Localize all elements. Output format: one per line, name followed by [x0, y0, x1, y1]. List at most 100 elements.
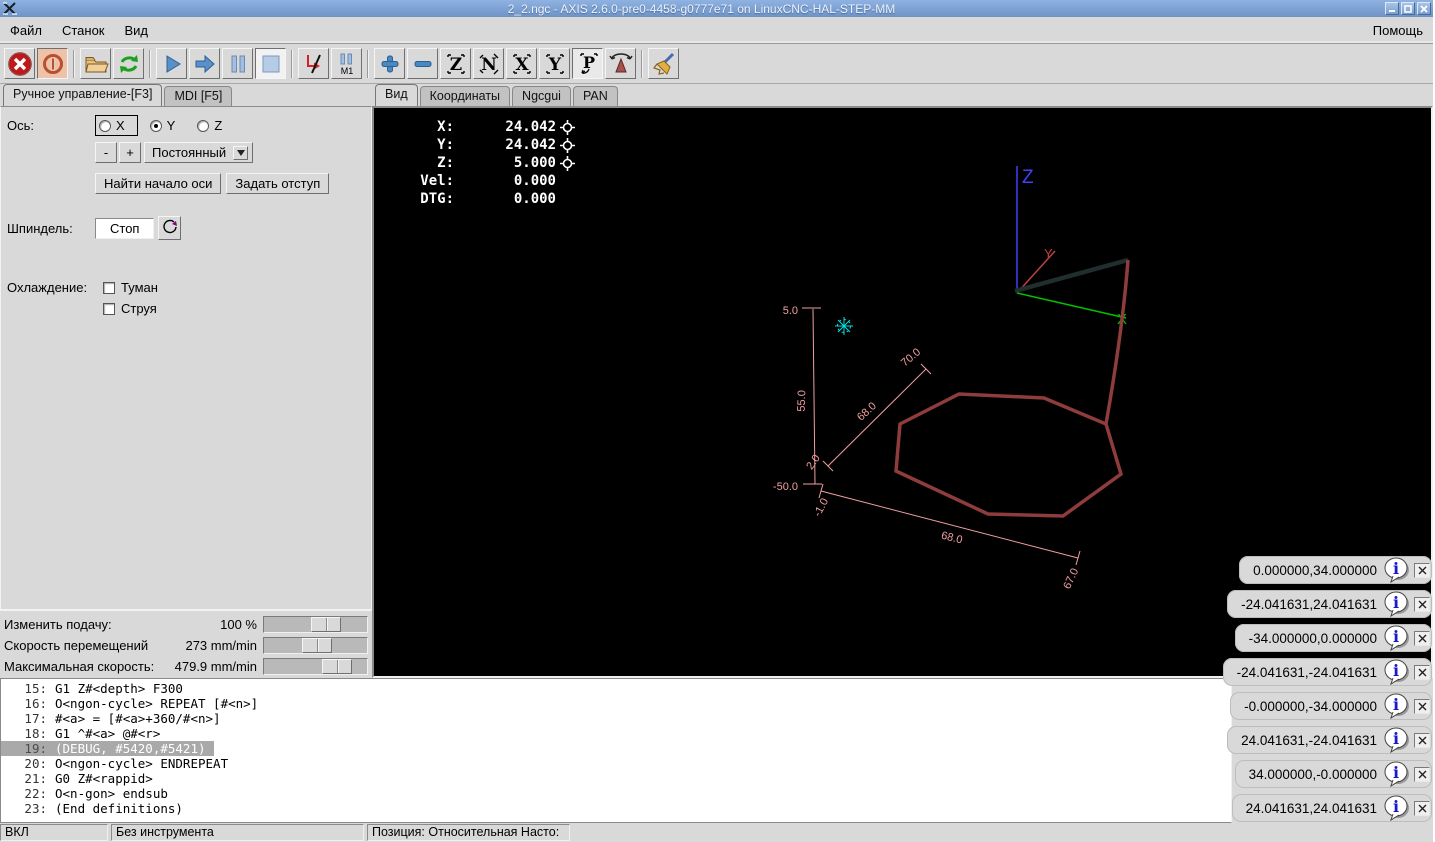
- spindle-stop-button[interactable]: Стоп: [95, 218, 154, 239]
- notification-close-button[interactable]: [1414, 733, 1430, 748]
- feed-override-label: Изменить подачу:: [4, 617, 165, 632]
- line-number: 22:: [1, 786, 47, 801]
- stop-icon: [258, 51, 284, 77]
- max-velocity-slider[interactable]: [263, 658, 368, 675]
- pause-button[interactable]: [222, 48, 253, 79]
- flood-checkbox-icon: [103, 303, 115, 315]
- notification-close-button[interactable]: [1414, 699, 1430, 714]
- line-text: (DEBUG, #5420,#5421): [55, 741, 206, 756]
- svg-text:M1: M1: [340, 66, 353, 76]
- step-arrow-icon: [192, 51, 218, 77]
- gcode-line[interactable]: 20:O<ngon-cycle> ENDREPEAT: [1, 756, 236, 771]
- menu-view[interactable]: Вид: [115, 19, 159, 42]
- home-axis-button[interactable]: Найти начало оси: [95, 173, 221, 194]
- position-readout: X: 24.042 Y: 24.042: [396, 118, 575, 208]
- octagon-toolpath: [896, 394, 1121, 516]
- toolbar-separator: [367, 50, 369, 78]
- toolbar-separator: [291, 50, 293, 78]
- estop-button[interactable]: [4, 48, 35, 79]
- line-text: #<a> = [#<a>+360/#<n>]: [55, 711, 221, 726]
- maximize-button[interactable]: [1401, 2, 1415, 15]
- jog-mode-combobox[interactable]: Постоянный: [144, 142, 253, 163]
- flood-checkbox[interactable]: Струя: [103, 301, 158, 316]
- minimize-button[interactable]: [1385, 2, 1399, 15]
- gcode-text[interactable]: 15:G1 Z#<depth> F300 16:O<ngon-cycle> RE…: [0, 678, 1232, 823]
- step-button[interactable]: [189, 48, 220, 79]
- jog-minus-button[interactable]: -: [95, 142, 117, 163]
- dro-vel-label: Vel:: [396, 172, 454, 190]
- clear-plot-button[interactable]: [648, 48, 679, 79]
- gcode-line[interactable]: 18:G1 ^#<a> @#<r>: [1, 726, 168, 741]
- toolbar-separator: [149, 50, 151, 78]
- jog-slider-handle[interactable]: [302, 638, 332, 653]
- view-side-button[interactable]: Y: [539, 48, 570, 79]
- notification-close-button[interactable]: [1414, 597, 1430, 612]
- gcode-line[interactable]: 22:O<n-gon> endsub: [1, 786, 176, 801]
- optional-pause-button[interactable]: M1: [331, 48, 362, 79]
- svg-text:i: i: [1393, 559, 1399, 578]
- notification: 24.041631,24.041631 i: [1232, 794, 1432, 822]
- view-side-icon: Y: [542, 51, 568, 77]
- view-top-button[interactable]: Z: [440, 48, 471, 79]
- tab-ngcgui[interactable]: Ngcgui: [512, 86, 571, 106]
- menu-help[interactable]: Помощь: [1363, 19, 1433, 42]
- notification-text: -34.000000,0.000000: [1249, 631, 1377, 646]
- estop-icon: [7, 51, 33, 77]
- open-file-button[interactable]: [80, 48, 111, 79]
- mist-checkbox[interactable]: Туман: [103, 280, 158, 295]
- maxvel-slider-handle[interactable]: [322, 659, 352, 674]
- stop-button[interactable]: [255, 48, 286, 79]
- view-front-button[interactable]: X: [506, 48, 537, 79]
- touch-off-button[interactable]: Задать отступ: [226, 173, 329, 194]
- dim-y-length: 68.0: [855, 400, 879, 423]
- spindle-brake-button[interactable]: [158, 216, 181, 240]
- menu-file[interactable]: Файл: [0, 19, 52, 42]
- view-rotated-top-button[interactable]: N: [473, 48, 504, 79]
- notification-close-button[interactable]: [1414, 665, 1430, 680]
- close-button[interactable]: [1417, 2, 1431, 15]
- rotate-view-button[interactable]: [605, 48, 636, 79]
- zoom-in-button[interactable]: [374, 48, 405, 79]
- feed-slider-handle[interactable]: [311, 617, 341, 632]
- machine-power-button[interactable]: [37, 48, 68, 79]
- gcode-line[interactable]: 16:O<ngon-cycle> REPEAT [#<n>]: [1, 696, 266, 711]
- notification-close-button[interactable]: [1414, 767, 1430, 782]
- tab-pan[interactable]: PAN: [573, 86, 618, 106]
- x-axis-line: [1017, 293, 1126, 318]
- tab-preview[interactable]: Вид: [375, 84, 418, 106]
- notification-close-button[interactable]: [1414, 563, 1430, 578]
- broom-icon: [651, 51, 677, 77]
- titlebar: 2_2.ngc - AXIS 2.6.0-pre0-4458-g0777e71 …: [0, 0, 1433, 17]
- line-number: 21:: [1, 771, 47, 786]
- notification-text: 24.041631,-24.041631: [1241, 733, 1377, 748]
- jog-plus-button[interactable]: +: [119, 142, 141, 163]
- run-button[interactable]: [156, 48, 187, 79]
- gcode-line[interactable]: 21:G0 Z#<rappid>: [1, 771, 161, 786]
- dim-z-bottom: -50.0: [773, 481, 798, 493]
- preview-tabs: Вид Координаты Ngcgui PAN: [372, 84, 1433, 106]
- axis-radio-y[interactable]: Y: [150, 118, 176, 133]
- jog-speed-slider[interactable]: [263, 637, 368, 654]
- axis-radio-x[interactable]: X: [95, 115, 138, 136]
- svg-text:N: N: [481, 55, 497, 75]
- tab-mdi[interactable]: MDI [F5]: [164, 86, 232, 106]
- menu-machine[interactable]: Станок: [52, 19, 115, 42]
- feed-override-slider[interactable]: [263, 616, 368, 633]
- reload-button[interactable]: [113, 48, 144, 79]
- zoom-out-button[interactable]: [407, 48, 438, 79]
- view-perspective-button[interactable]: P: [572, 48, 603, 79]
- gcode-listing: 15:G1 Z#<depth> F300 16:O<ngon-cycle> RE…: [0, 678, 1433, 823]
- tab-manual-control[interactable]: Ручное управление-[F3]: [3, 84, 162, 106]
- notification-text: -0.000000,-34.000000: [1244, 699, 1377, 714]
- axis-radio-z[interactable]: Z: [197, 118, 222, 133]
- notification-close-button[interactable]: [1414, 801, 1430, 816]
- skip-lines-button[interactable]: [298, 48, 329, 79]
- gcode-line[interactable]: 15:G1 Z#<depth> F300: [1, 681, 191, 696]
- gcode-line[interactable]: 23:(End definitions): [1, 801, 191, 816]
- notification-close-button[interactable]: [1414, 631, 1430, 646]
- svg-text:i: i: [1393, 797, 1399, 816]
- gcode-line-selected[interactable]: 19:(DEBUG, #5420,#5421): [1, 741, 214, 756]
- tab-dro[interactable]: Координаты: [420, 86, 510, 106]
- gcode-line[interactable]: 17:#<a> = [#<a>+360/#<n>]: [1, 711, 229, 726]
- dim-y-near: 2.0: [804, 453, 823, 472]
